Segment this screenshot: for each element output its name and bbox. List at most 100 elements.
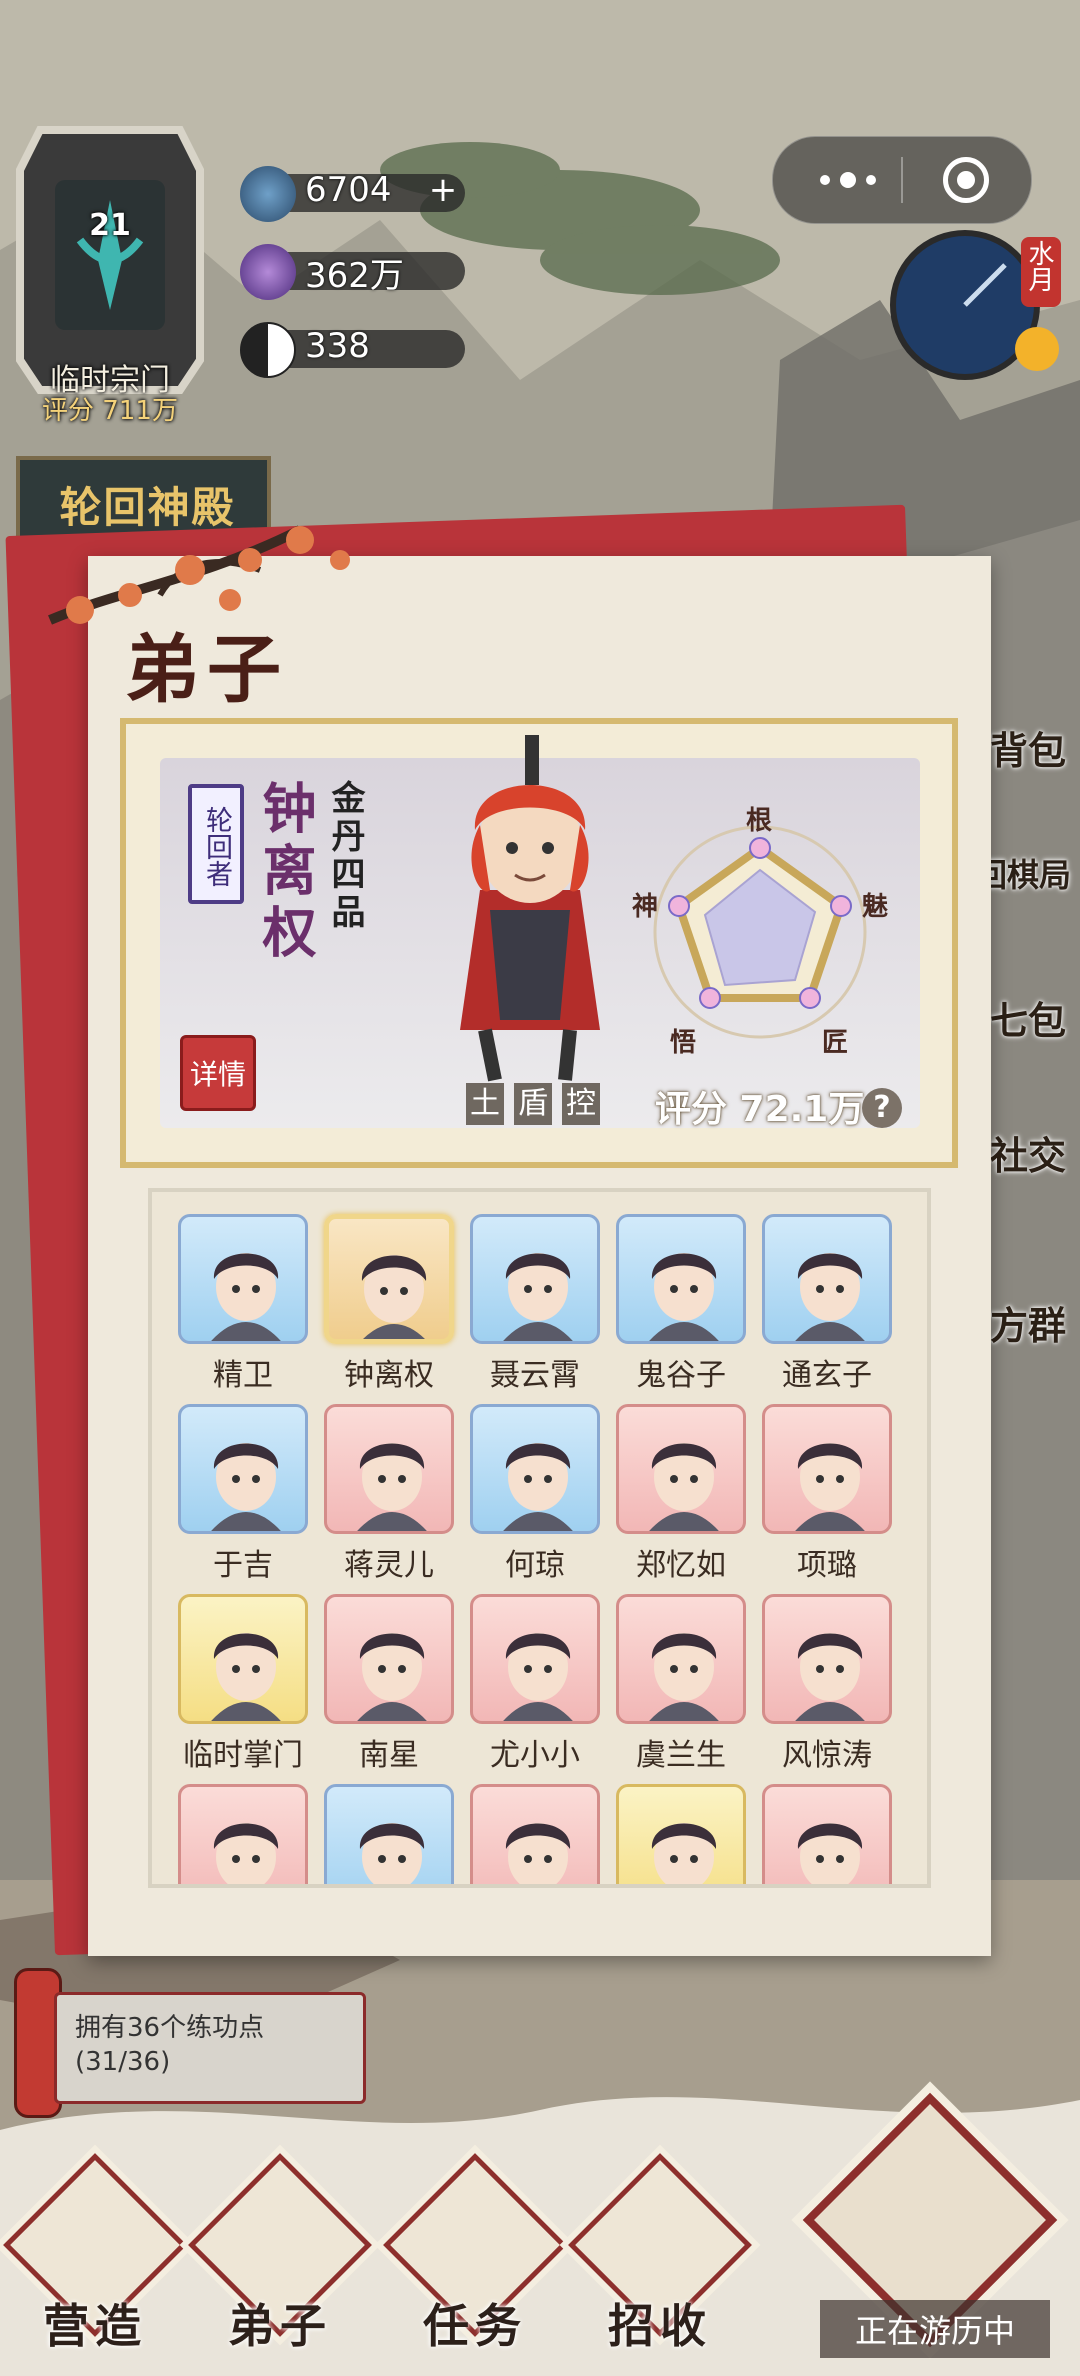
disciple-card[interactable]: 项璐 <box>762 1404 892 1583</box>
disciple-card[interactable]: 风惊涛 <box>762 1594 892 1773</box>
disciple-card[interactable]: 南星 <box>324 1594 454 1773</box>
panel-title: 弟子 <box>125 627 289 713</box>
disciple-portrait <box>470 1594 600 1724</box>
title-badge: 轮回者 <box>188 784 244 904</box>
sect-score: 评分 711万 <box>42 396 178 426</box>
disciple-name: 临时掌门 <box>183 1738 303 1773</box>
side-menu-social[interactable]: 社交 <box>990 1125 1066 1180</box>
nav-disciple[interactable]: 弟子 <box>188 2153 372 2360</box>
help-icon[interactable]: ? <box>862 1088 902 1128</box>
disciple-portrait <box>178 1594 308 1724</box>
disciple-portrait <box>324 1784 454 1884</box>
stat-label-mei: 魅 <box>862 892 889 922</box>
disciple-card[interactable] <box>762 1784 892 1884</box>
disciple-name: 于吉 <box>213 1548 273 1583</box>
more-icon[interactable] <box>803 165 893 195</box>
disciple-card[interactable]: 何琼 <box>470 1404 600 1583</box>
capsule-menu <box>772 136 1032 224</box>
nav-recruit[interactable]: 招收 <box>568 2153 752 2360</box>
season-label: 水月 <box>1024 240 1054 292</box>
disciple-card[interactable]: 临时掌门 <box>178 1594 308 1773</box>
disciple-card[interactable]: 虞兰生 <box>616 1594 746 1773</box>
sect-level: 21 <box>89 208 131 243</box>
disciple-grid: 精卫 钟离权 聂云霄 鬼谷子 通玄子于吉 蒋灵儿 何琼 郑忆如 项璐临时掌门 南星 尤小小 虞兰生 风惊… <box>148 1188 931 1888</box>
side-menu-bag[interactable]: 背包 <box>990 720 1066 775</box>
resource-value: 338 <box>305 326 370 366</box>
side-menu-pack[interactable]: 七包 <box>990 990 1066 1045</box>
spirit-stone-icon <box>240 166 296 222</box>
disciple-card[interactable]: 通玄子 <box>762 1214 892 1393</box>
disciple-name: 鬼谷子 <box>636 1358 726 1393</box>
disciple-name: 尤小小 <box>490 1738 580 1773</box>
nav-label: 招收 <box>608 2299 712 2353</box>
disciple-card[interactable]: 蒋灵儿 <box>324 1404 454 1583</box>
disciple-portrait <box>324 1404 454 1534</box>
stat-label-wu: 悟 <box>670 1028 697 1058</box>
capsule-divider <box>901 157 903 203</box>
disciple-portrait <box>178 1214 308 1344</box>
disciple-portrait <box>616 1784 746 1884</box>
resource-value: 6704 <box>305 170 392 210</box>
disciple-name: 风惊涛 <box>782 1738 872 1773</box>
disciple-name: 郑忆如 <box>636 1548 726 1583</box>
hero-tag: 土 <box>466 1083 504 1125</box>
disciple-name: 虞兰生 <box>636 1738 726 1773</box>
disciple-card[interactable] <box>470 1784 600 1884</box>
stats-radar-chart <box>653 825 867 1039</box>
hero-name: 钟离权 <box>253 780 317 966</box>
disciple-portrait <box>324 1214 454 1344</box>
disciple-portrait <box>178 1404 308 1534</box>
disciple-card[interactable]: 郑忆如 <box>616 1404 746 1583</box>
nav-label: 任务 <box>423 2299 527 2353</box>
disciple-portrait <box>178 1784 308 1884</box>
travel-label: 正在游历中 <box>820 2300 1050 2358</box>
hero-tag: 控 <box>562 1083 600 1125</box>
nav-build[interactable]: 营造 <box>3 2153 187 2360</box>
disciple-portrait <box>470 1784 600 1884</box>
disciple-card[interactable]: 精卫 <box>178 1214 308 1393</box>
disciple-card[interactable]: 钟离权 <box>324 1214 454 1393</box>
stat-label-shen: 神 <box>632 892 659 922</box>
disciple-portrait <box>762 1784 892 1884</box>
disciple-name: 南星 <box>359 1738 419 1773</box>
nav-task[interactable]: 任务 <box>383 2153 567 2360</box>
disciple-portrait <box>762 1404 892 1534</box>
yin-yang-icon <box>240 322 296 378</box>
disciple-card[interactable] <box>324 1784 454 1884</box>
detail-button[interactable]: 详情 <box>180 1035 256 1111</box>
side-menu-group[interactable]: 方群 <box>990 1295 1066 1350</box>
disciple-card[interactable]: 尤小小 <box>470 1594 600 1773</box>
disciple-card[interactable] <box>178 1784 308 1884</box>
disciple-name: 聂云霄 <box>490 1358 580 1393</box>
disciple-portrait <box>324 1594 454 1724</box>
disciple-name: 通玄子 <box>782 1358 872 1393</box>
close-miniprogram-icon[interactable] <box>943 157 989 203</box>
disciple-card[interactable]: 聂云霄 <box>470 1214 600 1393</box>
disciple-name: 蒋灵儿 <box>344 1548 434 1583</box>
disciple-card[interactable]: 于吉 <box>178 1404 308 1583</box>
disciple-card[interactable] <box>616 1784 746 1884</box>
disciple-name: 精卫 <box>213 1358 273 1393</box>
add-resource-button[interactable]: + <box>425 172 461 208</box>
disciple-name: 何琼 <box>505 1548 565 1583</box>
disciple-name: 钟离权 <box>344 1358 434 1393</box>
disciple-name: 项璐 <box>797 1548 857 1583</box>
disciple-portrait <box>616 1404 746 1534</box>
hero-rank: 金丹四品 <box>325 780 365 932</box>
stat-label-gen: 根 <box>746 806 773 836</box>
crystal-icon <box>240 244 296 300</box>
hero-portrait <box>460 735 600 1082</box>
nav-label: 营造 <box>43 2299 147 2353</box>
nav-label: 弟子 <box>228 2299 332 2353</box>
disciple-portrait <box>616 1594 746 1724</box>
disciple-card[interactable]: 鬼谷子 <box>616 1214 746 1393</box>
travel-button[interactable]: 正在游历中 <box>800 2090 1060 2360</box>
disciple-portrait <box>470 1404 600 1534</box>
resource-value: 362万 <box>305 256 404 296</box>
stat-label-jiang: 匠 <box>822 1028 849 1058</box>
hero-score: 评分 72.1万 <box>655 1089 865 1130</box>
hero-tag: 盾 <box>514 1083 552 1125</box>
training-points-tip[interactable]: 拥有36个练功点(31/36) <box>54 1992 366 2104</box>
disciple-portrait <box>616 1214 746 1344</box>
disciple-portrait <box>762 1594 892 1724</box>
